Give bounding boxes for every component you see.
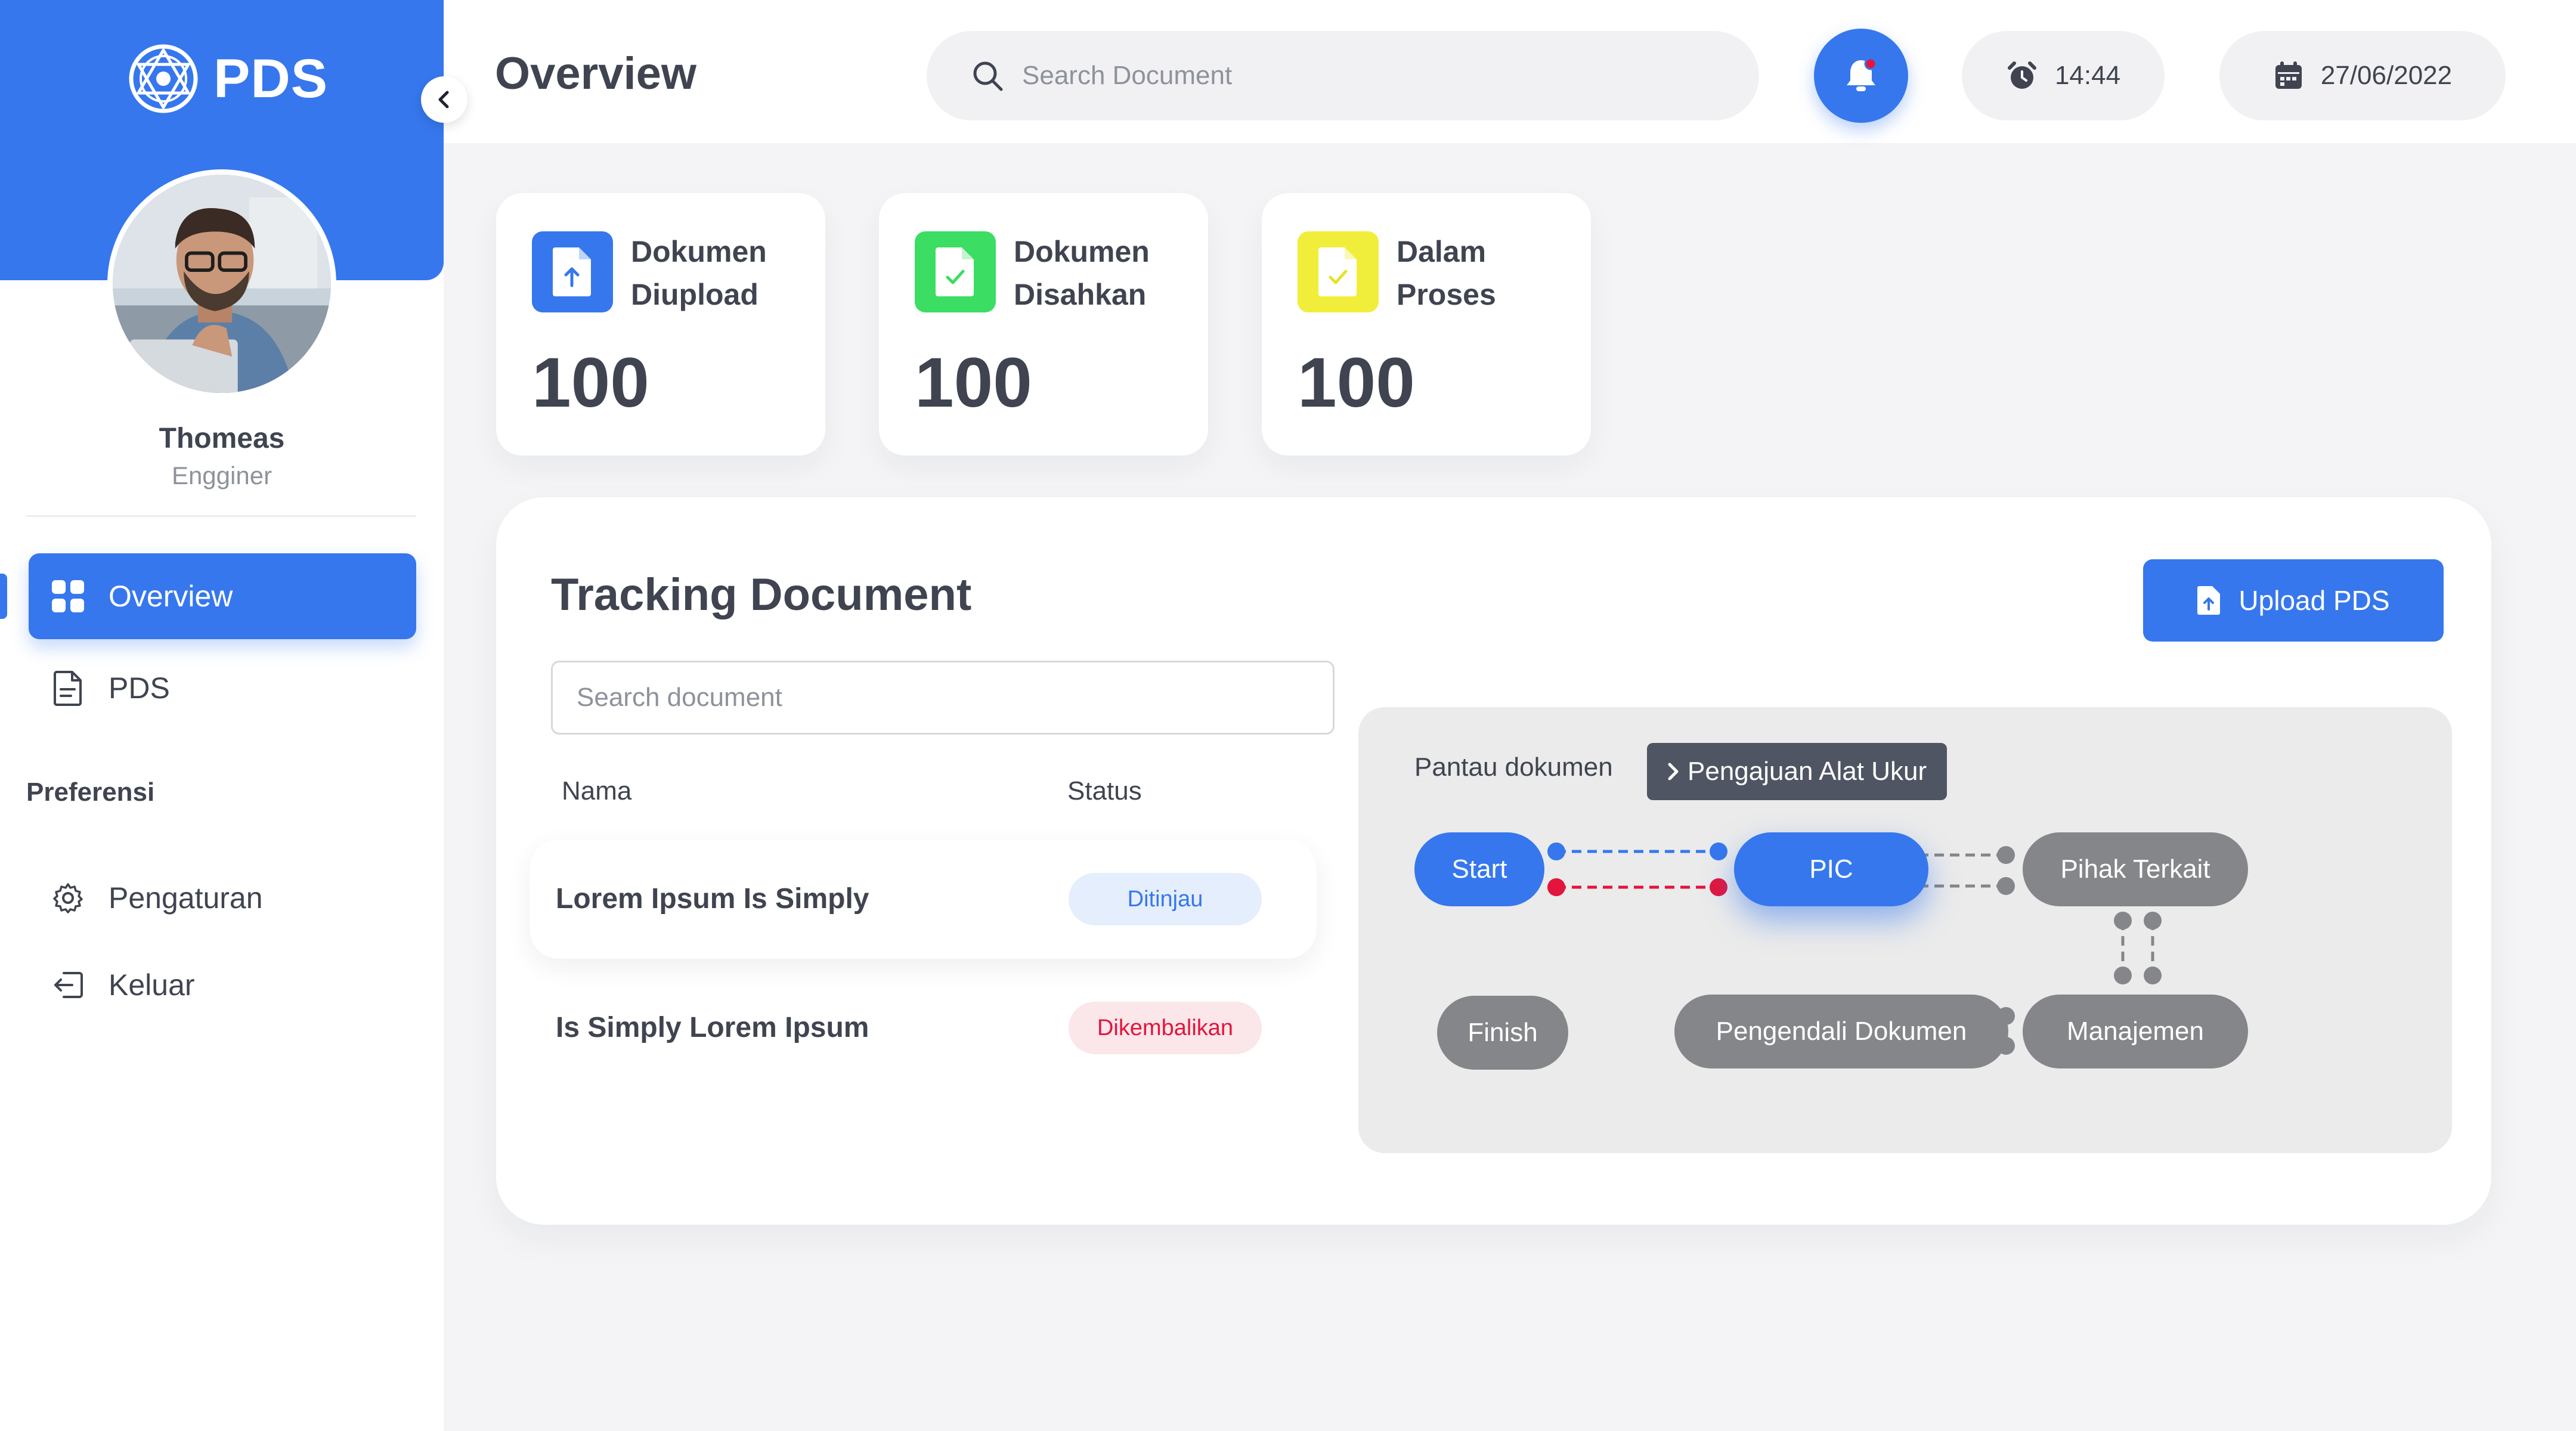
document-name: Lorem Ipsum Is Simply [556, 883, 869, 915]
clock-display: 14:44 [1962, 31, 2165, 120]
flow-node-label: Pengendali Dokumen [1716, 1017, 1967, 1046]
flow-node-pengendali-dokumen[interactable]: Pengendali Dokumen [1674, 995, 2008, 1068]
user-role: Engginer [171, 461, 273, 490]
flow-node-manajemen[interactable]: Manajemen [2023, 995, 2248, 1068]
sidebar-item-settings[interactable]: Pengaturan [29, 855, 416, 941]
calendar-icon [2275, 61, 2302, 89]
sidebar: PDS Thomeas Engginer Overview PDS Prefer… [0, 0, 467, 1431]
page-title: Overview [495, 48, 696, 99]
clock-time: 14:44 [2054, 61, 2121, 90]
document-search[interactable] [551, 661, 1335, 735]
chevron-left-icon [438, 91, 449, 109]
collapse-sidebar-button[interactable] [421, 76, 467, 123]
user-name: Thomeas [159, 423, 285, 454]
file-upload-icon [2197, 586, 2221, 615]
tracking-title: Tracking Document [551, 569, 972, 620]
table-row[interactable]: Lorem Ipsum Is Simply Ditinjau [530, 840, 1317, 959]
flow-label: Pantau dokumen [1414, 752, 1613, 782]
date-display: 27/06/2022 [2219, 31, 2506, 120]
sidebar-item-label: Overview [109, 580, 233, 613]
document-flow: Pantau dokumen Pengajuan Alat Ukur Start… [1358, 707, 2452, 1153]
table-row[interactable]: Is Simply Lorem Ipsum Dikembalikan [530, 968, 1317, 1088]
tracking-document-panel: Tracking Document Upload PDS Nama Status… [496, 497, 2491, 1225]
logout-icon [49, 966, 87, 1004]
search-icon [973, 61, 1003, 91]
flow-node-label: Pihak Terkait [2060, 854, 2210, 884]
stat-label: Dalam Proses [1397, 235, 1496, 311]
stat-value: 100 [532, 343, 649, 422]
sidebar-item-overview[interactable]: Overview [29, 553, 416, 639]
flow-node-finish[interactable]: Finish [1437, 996, 1568, 1070]
pds-logo-icon [129, 44, 198, 113]
chevron-right-icon [1668, 763, 1679, 780]
flow-node-pic[interactable]: PIC [1734, 832, 1928, 906]
stat-label: Dokumen Disahkan [1014, 235, 1150, 311]
sidebar-item-label: Keluar [109, 968, 195, 1002]
sidebar-item-pds[interactable]: PDS [29, 645, 416, 731]
document-name: Is Simply Lorem Ipsum [556, 1012, 869, 1043]
sidebar-item-label: PDS [109, 671, 170, 705]
sidebar-item-logout[interactable]: Keluar [29, 942, 416, 1028]
flow-node-start[interactable]: Start [1414, 832, 1544, 906]
upload-pds-button[interactable]: Upload PDS [2143, 559, 2444, 642]
status-badge: Ditinjau [1069, 873, 1262, 925]
active-nav-indicator [0, 574, 7, 619]
flow-node-label: Finish [1467, 1018, 1538, 1047]
flow-node-label: Start [1451, 854, 1507, 884]
brand-name: PDS [213, 48, 329, 109]
bell-icon [1847, 57, 1877, 91]
current-date: 27/06/2022 [2320, 61, 2453, 90]
brand[interactable]: PDS [126, 43, 328, 114]
sidebar-item-label: Pengaturan [109, 881, 263, 915]
preferences-section-title: Preferensi [26, 778, 155, 807]
flow-node-label: PIC [1809, 854, 1853, 884]
file-upload-icon [532, 231, 613, 312]
document-icon [49, 669, 87, 707]
flow-node-pihak-terkait[interactable]: Pihak Terkait [2023, 832, 2248, 906]
gear-icon [49, 879, 87, 917]
header-search[interactable] [927, 31, 1759, 120]
column-header-status: Status [1067, 776, 1142, 806]
document-search-input[interactable] [577, 683, 1333, 713]
file-check-icon [1298, 231, 1379, 312]
alarm-clock-icon [2007, 61, 2036, 89]
stat-card-in-process[interactable]: Dalam Proses 100 [1262, 193, 1591, 456]
stat-value: 100 [1298, 343, 1415, 422]
sidebar-divider [26, 515, 416, 517]
user-photo [113, 175, 331, 393]
grid-icon [49, 577, 87, 615]
notification-button[interactable] [1814, 29, 1908, 123]
file-check-icon [915, 231, 996, 312]
status-badge: Dikembalikan [1069, 1002, 1262, 1054]
upload-pds-label: Upload PDS [2238, 585, 2390, 616]
column-header-name: Nama [562, 776, 632, 806]
header-search-input[interactable] [1022, 61, 1678, 91]
stat-value: 100 [915, 343, 1032, 422]
avatar[interactable] [107, 169, 336, 398]
current-document-name: Pengajuan Alat Ukur [1688, 757, 1927, 786]
current-document-tag[interactable]: Pengajuan Alat Ukur [1647, 743, 1948, 800]
stat-label: Dokumen Diupload [631, 235, 767, 311]
stat-card-approved[interactable]: Dokumen Disahkan 100 [879, 193, 1208, 456]
flow-node-label: Manajemen [2067, 1017, 2204, 1046]
stat-card-uploaded[interactable]: Dokumen Diupload 100 [496, 193, 825, 456]
